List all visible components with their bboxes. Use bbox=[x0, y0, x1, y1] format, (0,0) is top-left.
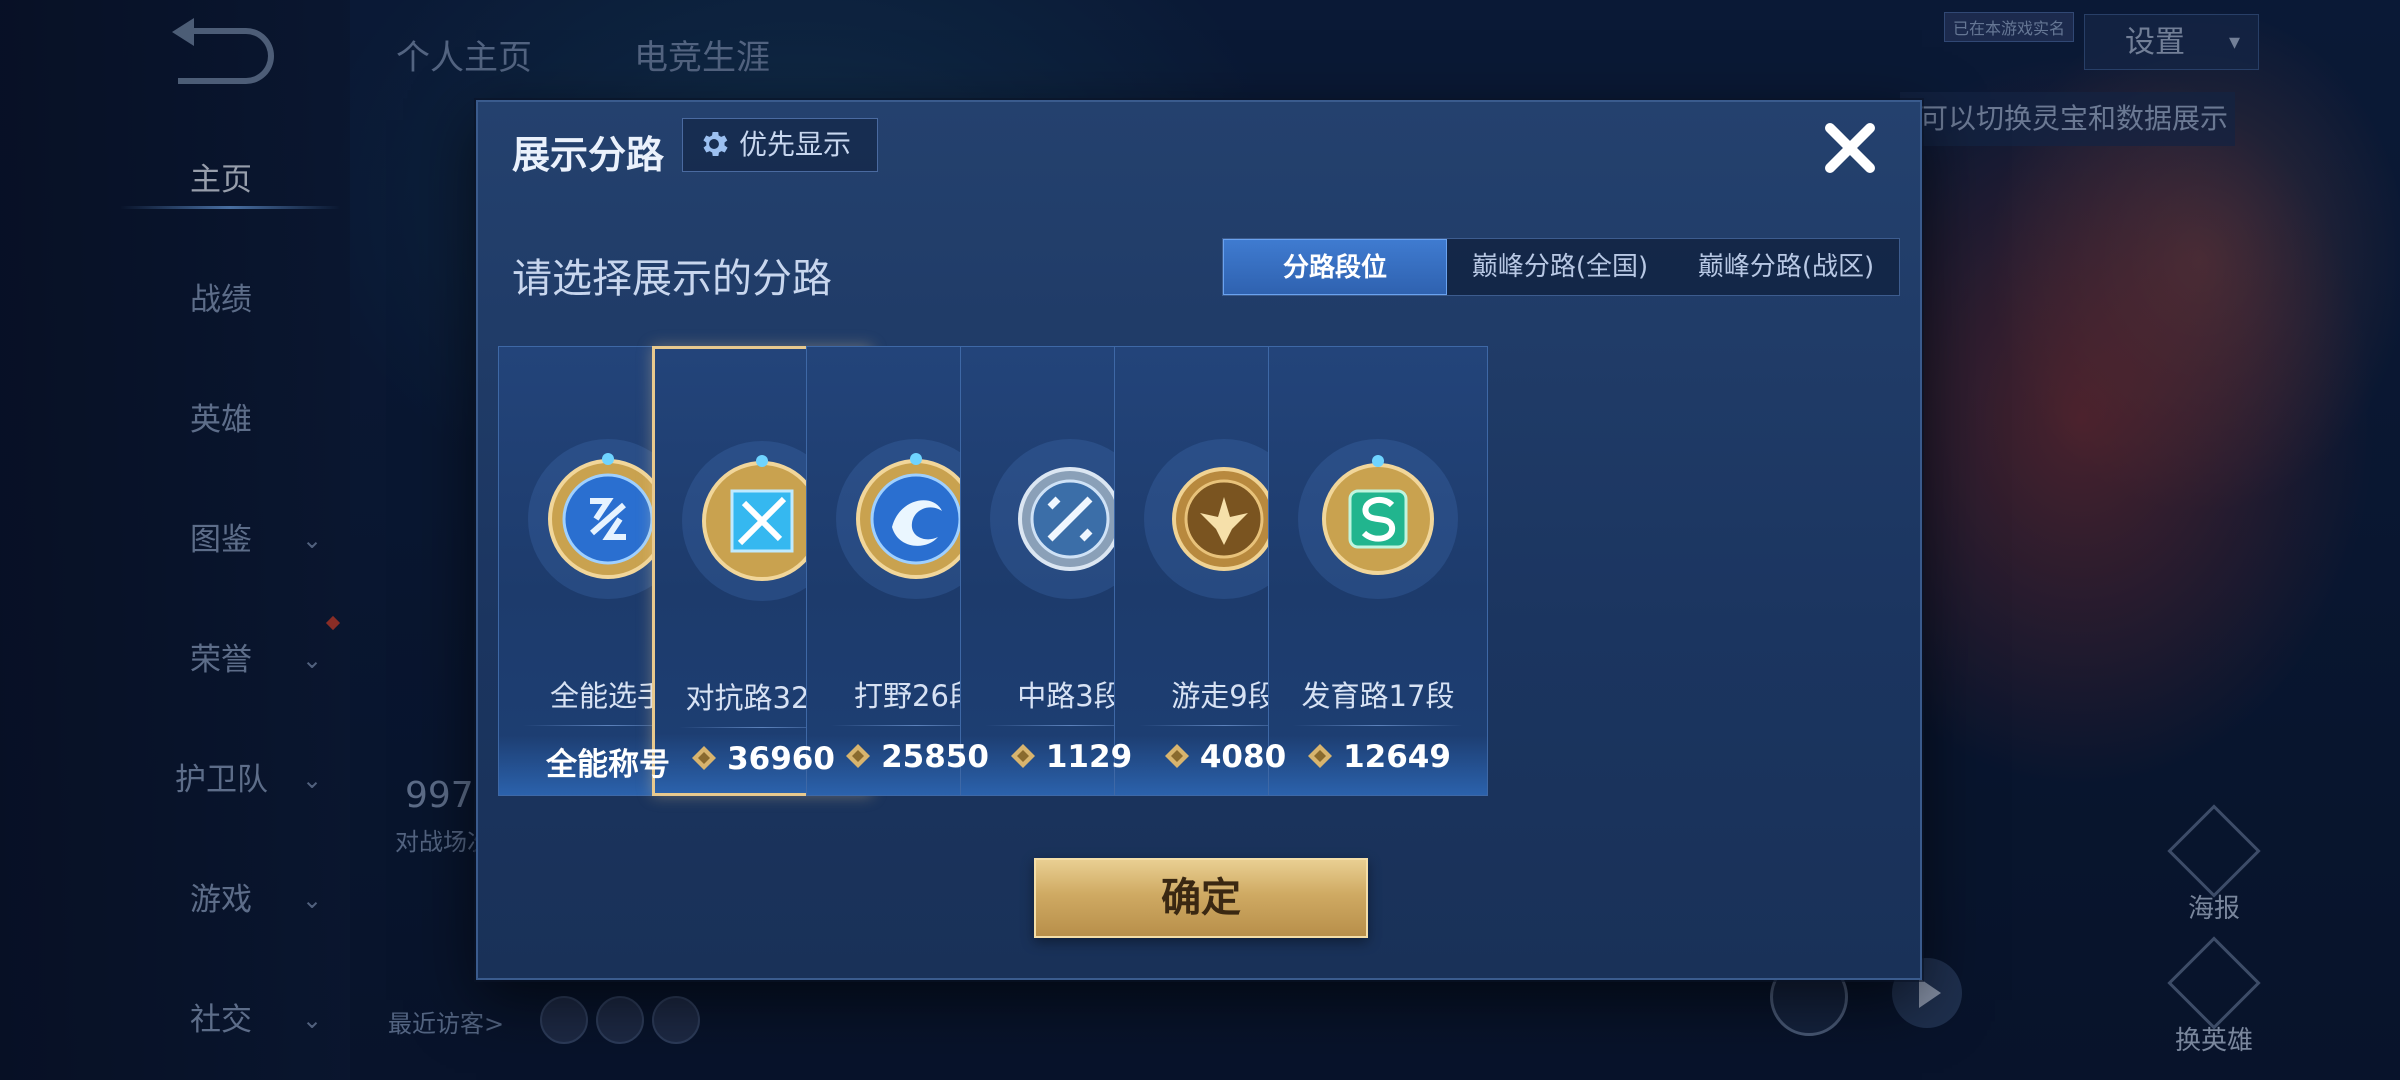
card-divider bbox=[1293, 725, 1463, 726]
lane-display-dialog: 展示分路 优先显示 请选择展示的分路 分路段位 巅峰分路(全国) 巅峰分路(战区… bbox=[476, 100, 1922, 980]
lane-card-farm-lane[interactable]: 发育路17段 12649 bbox=[1268, 346, 1488, 796]
card-value: 12649 bbox=[1269, 739, 1487, 775]
card-name: 发育路17段 bbox=[1301, 679, 1455, 713]
dialog-title: 展示分路 bbox=[512, 133, 665, 177]
tab-peak-lane-national[interactable]: 巅峰分路(全国) bbox=[1447, 239, 1673, 295]
points-icon bbox=[846, 744, 871, 768]
gear-icon bbox=[703, 131, 728, 157]
close-icon[interactable] bbox=[1818, 116, 1882, 180]
points-icon bbox=[1164, 744, 1189, 768]
lane-mode-tabs: 分路段位 巅峰分路(全国) 巅峰分路(战区) bbox=[1222, 238, 1900, 296]
points-icon bbox=[692, 746, 717, 770]
points-icon bbox=[1308, 744, 1333, 768]
farm-lane-emblem-icon bbox=[1298, 439, 1458, 599]
dialog-subtitle: 请选择展示的分路 bbox=[512, 256, 832, 302]
tab-peak-lane-region[interactable]: 巅峰分路(战区) bbox=[1673, 239, 1899, 295]
points-icon bbox=[1010, 744, 1035, 768]
tab-lane-rank[interactable]: 分路段位 bbox=[1223, 239, 1447, 295]
priority-display-label: 优先显示 bbox=[739, 128, 852, 161]
confirm-button[interactable]: 确定 bbox=[1034, 858, 1368, 938]
priority-display-button[interactable]: 优先显示 bbox=[682, 118, 878, 172]
